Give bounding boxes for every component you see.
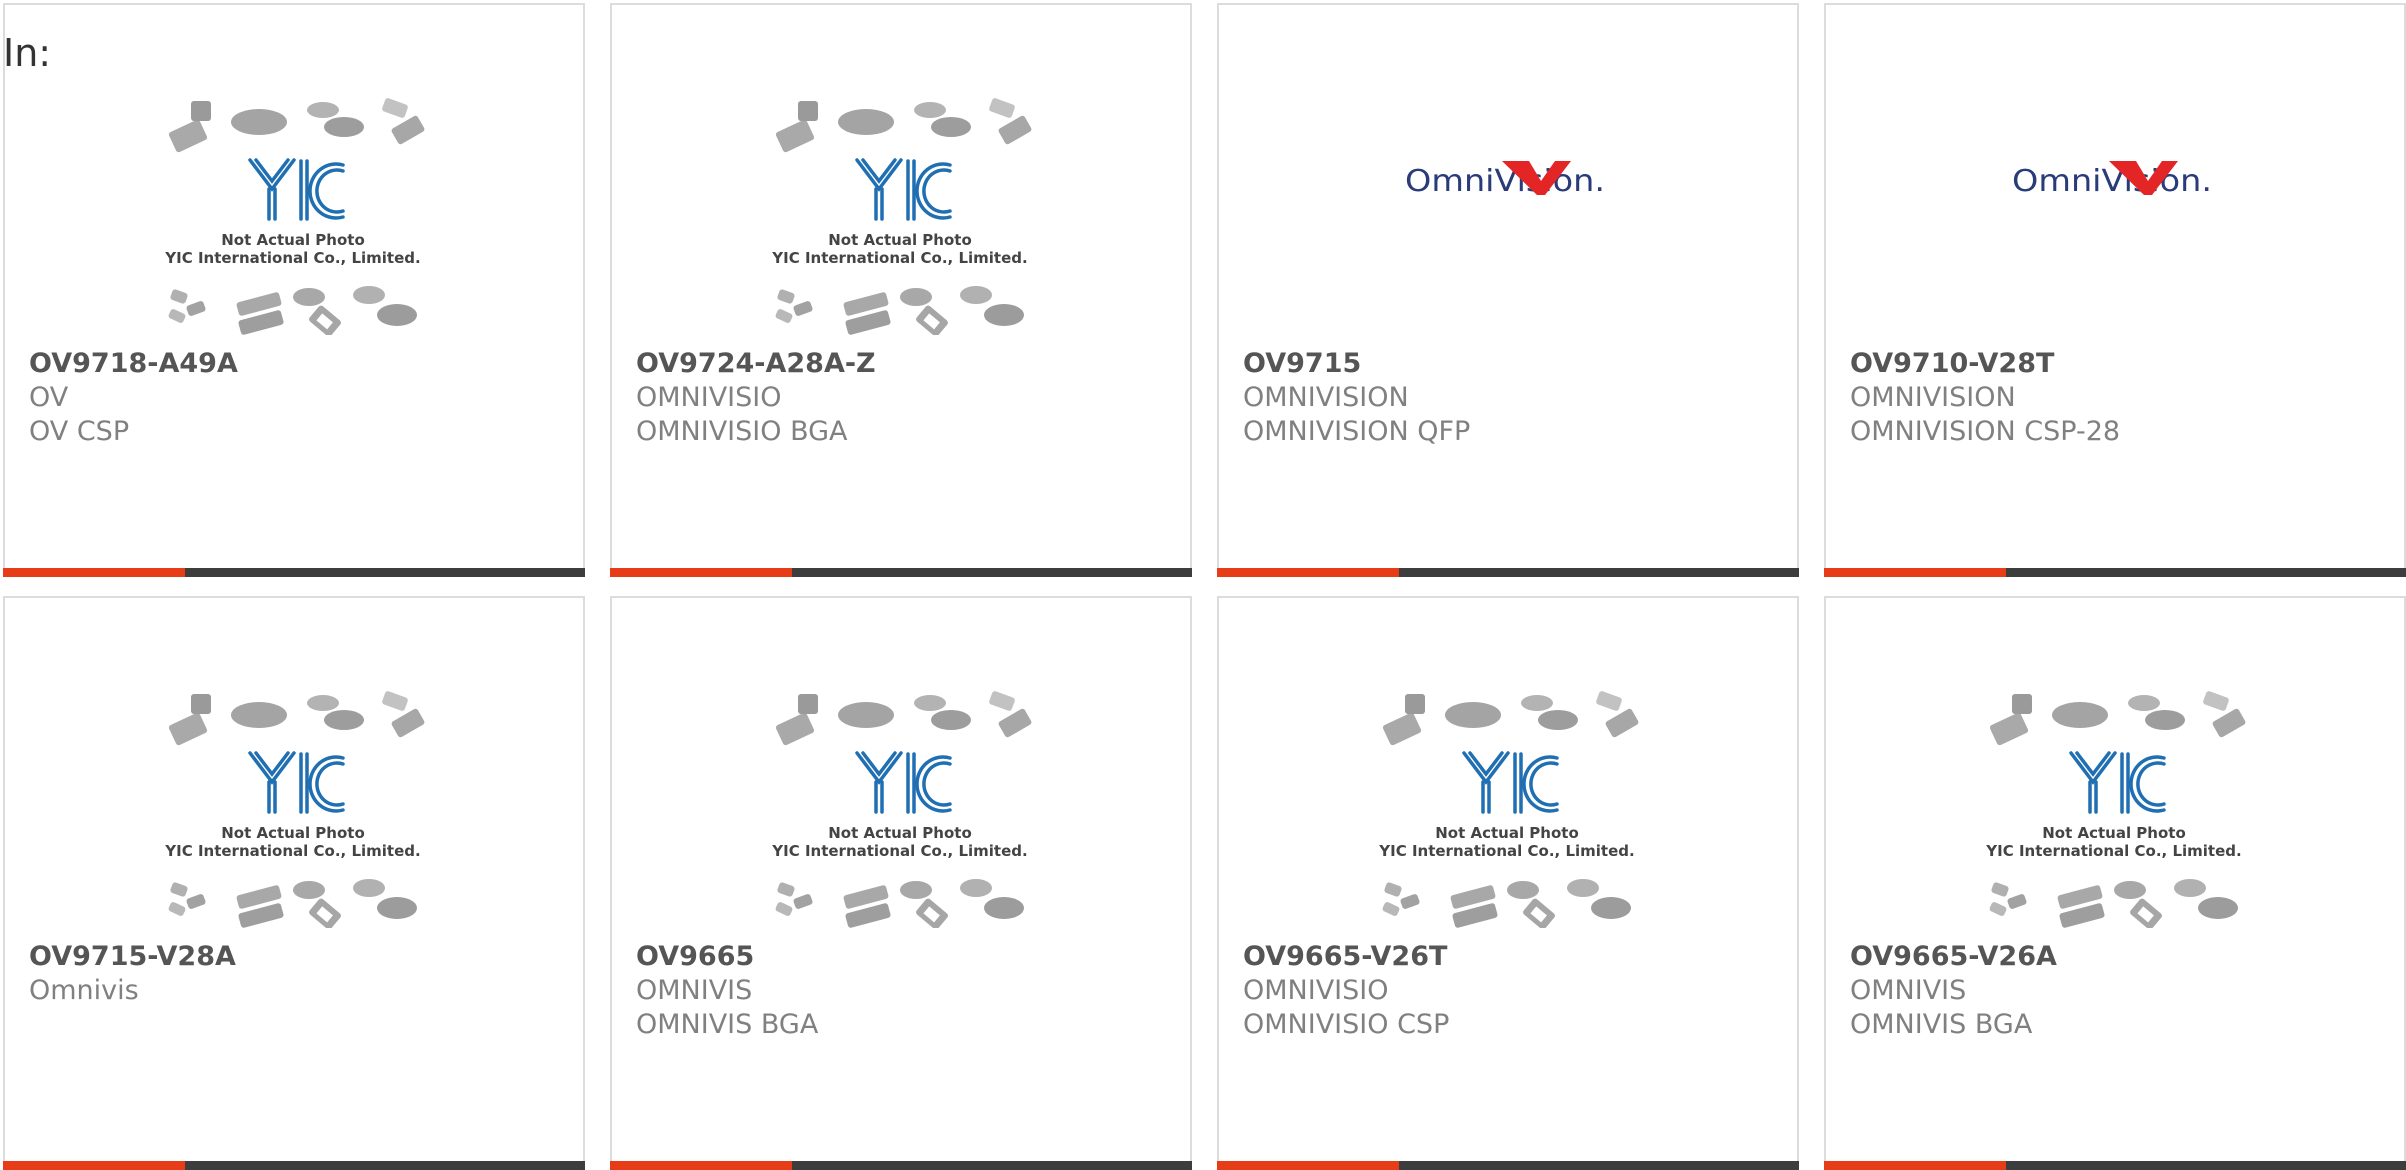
placeholder-company: YIC International Co., Limited. <box>771 842 1027 860</box>
placeholder-caption: Not Actual Photo <box>1435 824 1579 842</box>
part-number: OV9665-V26T <box>1243 941 1448 972</box>
product-card[interactable]: Not Actual Photo YIC International Co., L… <box>610 596 1192 1170</box>
card-footer-bar <box>3 1161 585 1170</box>
placeholder-company: YIC International Co., Limited. <box>164 842 420 860</box>
yic-logo-icon <box>248 158 345 221</box>
package: OMNIVISIO CSP <box>1243 1009 1450 1040</box>
yic-logo-icon <box>855 751 952 814</box>
product-image: OmniVision. <box>1219 5 1797 335</box>
manufacturer: OMNIVIS <box>1850 975 1967 1006</box>
product-card[interactable]: Not Actual Photo YIC International Co., L… <box>3 596 585 1170</box>
chip-illustration-icon <box>1382 691 1639 928</box>
package: OV CSP <box>29 416 130 447</box>
part-number: OV9724-A28A-Z <box>636 348 876 379</box>
yic-logo-icon <box>855 158 952 221</box>
chip-illustration-icon <box>775 691 1032 928</box>
card-accent-bar <box>3 568 185 577</box>
product-image: Not Actual Photo YIC International Co., L… <box>5 598 583 928</box>
chip-illustration-icon <box>168 98 425 335</box>
filter-label: In: <box>3 31 52 75</box>
placeholder-caption: Not Actual Photo <box>2042 824 2186 842</box>
chip-illustration-icon <box>168 691 425 928</box>
chip-illustration-icon <box>775 98 1032 335</box>
manufacturer: OMNIVISIO <box>636 382 782 413</box>
part-number: OV9665-V26A <box>1850 941 2057 972</box>
placeholder-company: YIC International Co., Limited. <box>164 249 420 267</box>
placeholder-company: YIC International Co., Limited. <box>1985 842 2241 860</box>
manufacturer: OMNIVISIO <box>1243 975 1389 1006</box>
manufacturer: OMNIVIS <box>636 975 753 1006</box>
part-number: OV9665 <box>636 941 755 972</box>
card-accent-bar <box>3 1161 185 1170</box>
card-accent-bar <box>1217 568 1399 577</box>
manufacturer: Omnivis <box>29 975 139 1006</box>
card-footer-bar <box>3 568 585 577</box>
part-number: OV9718-A49A <box>29 348 238 379</box>
product-image: Not Actual Photo YIC International Co., L… <box>1826 598 2404 928</box>
card-accent-bar <box>1824 1161 2006 1170</box>
product-card[interactable]: OmniVision. OV9710-V28T OMNIVISION OMNIV… <box>1824 3 2406 577</box>
product-card[interactable]: Not Actual Photo YIC International Co., L… <box>3 3 585 577</box>
product-image: Not Actual Photo YIC International Co., L… <box>5 5 583 335</box>
card-footer-bar <box>1217 1161 1799 1170</box>
card-accent-bar <box>610 568 792 577</box>
yic-logo-icon <box>2069 751 2166 814</box>
card-accent-bar <box>1217 1161 1399 1170</box>
product-grid: Not Actual Photo YIC International Co., L… <box>3 3 2406 1170</box>
omnivision-logo-text: OmniVision. <box>2012 164 2212 199</box>
yic-logo-icon <box>1462 751 1559 814</box>
product-image: Not Actual Photo YIC International Co., L… <box>612 598 1190 928</box>
product-card[interactable]: Not Actual Photo YIC International Co., L… <box>1217 596 1799 1170</box>
card-accent-bar <box>1824 568 2006 577</box>
part-number: OV9710-V28T <box>1850 348 2055 379</box>
placeholder-company: YIC International Co., Limited. <box>771 249 1027 267</box>
card-accent-bar <box>610 1161 792 1170</box>
part-number: OV9715-V28A <box>29 941 236 972</box>
package: OMNIVIS BGA <box>636 1009 819 1040</box>
product-card[interactable]: OmniVision. OV9715 OMNIVISION OMNIVISION… <box>1217 3 1799 577</box>
omnivision-logo-text: OmniVision. <box>1405 164 1605 199</box>
card-footer-bar <box>1217 568 1799 577</box>
placeholder-caption: Not Actual Photo <box>221 231 365 249</box>
placeholder-caption: Not Actual Photo <box>828 231 972 249</box>
placeholder-caption: Not Actual Photo <box>221 824 365 842</box>
product-card[interactable]: Not Actual Photo YIC International Co., L… <box>1824 596 2406 1170</box>
card-footer-bar <box>1824 1161 2406 1170</box>
placeholder-caption: Not Actual Photo <box>828 824 972 842</box>
package: OMNIVISION QFP <box>1243 416 1471 447</box>
product-image: OmniVision. <box>1826 5 2404 335</box>
card-footer-bar <box>1824 568 2406 577</box>
placeholder-company: YIC International Co., Limited. <box>1378 842 1634 860</box>
product-card[interactable]: Not Actual Photo YIC International Co., L… <box>610 3 1192 577</box>
manufacturer: OV <box>29 382 69 413</box>
yic-logo-icon <box>248 751 345 814</box>
card-footer-bar <box>610 1161 1192 1170</box>
package: OMNIVIS BGA <box>1850 1009 2033 1040</box>
product-image: Not Actual Photo YIC International Co., L… <box>612 5 1190 335</box>
manufacturer: OMNIVISION <box>1850 382 2016 413</box>
product-image: Not Actual Photo YIC International Co., L… <box>1219 598 1797 928</box>
card-footer-bar <box>610 568 1192 577</box>
manufacturer: OMNIVISION <box>1243 382 1409 413</box>
part-number: OV9715 <box>1243 348 1362 379</box>
chip-illustration-icon <box>1989 691 2246 928</box>
package: OMNIVISIO BGA <box>636 416 848 447</box>
package: OMNIVISION CSP-28 <box>1850 416 2121 447</box>
